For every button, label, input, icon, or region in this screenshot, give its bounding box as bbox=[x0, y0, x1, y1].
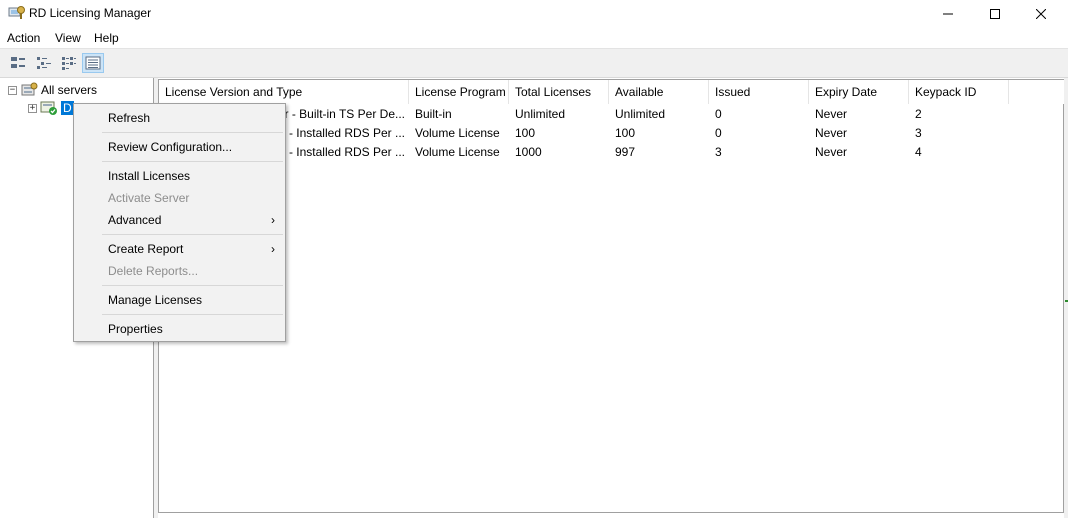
menu-separator bbox=[102, 234, 283, 235]
column-header-total-licenses[interactable]: Total Licenses bbox=[509, 80, 609, 104]
column-header-license-version[interactable]: License Version and Type bbox=[159, 80, 409, 104]
list-header: License Version and Type License Program… bbox=[159, 80, 1065, 104]
cell-issued: 3 bbox=[715, 145, 722, 159]
menu-item-label: Manage Licenses bbox=[108, 293, 203, 307]
menu-item-activate-server: Activate Server bbox=[74, 187, 285, 209]
menu-action[interactable]: Action bbox=[7, 31, 40, 45]
menu-item-label: Advanced bbox=[108, 213, 162, 227]
table-row[interactable]: er - Built-in TS Per De... Built-in Unli… bbox=[159, 105, 1065, 124]
expand-toggle[interactable]: + bbox=[28, 103, 37, 113]
menu-item-delete-reports: Delete Reports... bbox=[74, 260, 285, 282]
cell-available: 997 bbox=[615, 145, 636, 159]
minimize-button[interactable] bbox=[925, 0, 971, 27]
cell-available: Unlimited bbox=[615, 107, 666, 121]
menu-item-manage-licenses[interactable]: Manage Licenses bbox=[74, 289, 285, 311]
small-icons-view-icon bbox=[37, 57, 51, 69]
cell-license-program: Built-in bbox=[415, 107, 452, 121]
large-icons-view-button[interactable] bbox=[7, 53, 29, 73]
menu-item-install-licenses[interactable]: Install Licenses bbox=[74, 165, 285, 187]
cell-expiry-date: Never bbox=[815, 126, 848, 140]
server-activated-icon bbox=[40, 101, 57, 115]
column-header-license-program[interactable]: License Program bbox=[409, 80, 509, 104]
submenu-arrow-icon: › bbox=[271, 242, 275, 256]
cell-expiry-date: Never bbox=[815, 107, 848, 121]
list-view-button[interactable] bbox=[58, 53, 80, 73]
rd-licensing-app-icon bbox=[8, 6, 25, 19]
toolbar bbox=[0, 48, 1068, 78]
servers-icon bbox=[21, 82, 38, 96]
menu-item-label: Activate Server bbox=[108, 191, 190, 205]
collapse-toggle[interactable]: − bbox=[8, 85, 17, 95]
menu-item-label: Refresh bbox=[108, 111, 151, 125]
table-row[interactable]: 2 - Installed RDS Per ... Volume License… bbox=[159, 124, 1065, 143]
cell-issued: 0 bbox=[715, 126, 722, 140]
menu-separator bbox=[102, 161, 283, 162]
details-view-button[interactable] bbox=[82, 53, 104, 73]
menu-view[interactable]: View bbox=[55, 31, 81, 45]
cell-total-licenses: 1000 bbox=[515, 145, 542, 159]
details-view-icon bbox=[85, 56, 101, 70]
menu-item-label: Properties bbox=[108, 322, 163, 336]
menu-separator bbox=[102, 132, 283, 133]
list-view-icon bbox=[62, 57, 76, 70]
menu-item-label: Review Configuration... bbox=[108, 140, 233, 154]
maximize-icon bbox=[990, 8, 1000, 19]
cell-expiry-date: Never bbox=[815, 145, 848, 159]
maximize-button[interactable] bbox=[972, 0, 1018, 27]
cell-keypack-id: 4 bbox=[915, 145, 922, 159]
tree-item-all-servers[interactable]: − All servers bbox=[8, 81, 97, 99]
cell-license-program: Volume License bbox=[415, 126, 500, 140]
menu-item-refresh[interactable]: Refresh bbox=[74, 107, 285, 129]
close-button[interactable] bbox=[1018, 0, 1064, 27]
menu-item-review-configuration[interactable]: Review Configuration... bbox=[74, 136, 285, 158]
license-list: License Version and Type License Program… bbox=[158, 79, 1065, 513]
menu-separator bbox=[102, 285, 283, 286]
menu-item-label: Install Licenses bbox=[108, 169, 191, 183]
table-row[interactable]: 6 - Installed RDS Per ... Volume License… bbox=[159, 143, 1065, 162]
cell-keypack-id: 2 bbox=[915, 107, 922, 121]
window-title: RD Licensing Manager bbox=[29, 6, 152, 20]
tree-item-server[interactable]: + D bbox=[28, 99, 74, 117]
cell-available: 100 bbox=[615, 126, 636, 140]
tree-label-server: D bbox=[61, 101, 74, 115]
column-header-issued[interactable]: Issued bbox=[709, 80, 809, 104]
submenu-arrow-icon: › bbox=[271, 213, 275, 227]
menu-help[interactable]: Help bbox=[94, 31, 119, 45]
window-edge bbox=[1064, 78, 1068, 518]
menu-item-advanced[interactable]: Advanced › bbox=[74, 209, 285, 231]
cell-issued: 0 bbox=[715, 107, 722, 121]
close-icon bbox=[1036, 8, 1046, 19]
column-header-expiry-date[interactable]: Expiry Date bbox=[809, 80, 909, 104]
menu-item-properties[interactable]: Properties bbox=[74, 318, 285, 340]
small-icons-view-button[interactable] bbox=[33, 53, 55, 73]
title-bar: RD Licensing Manager bbox=[0, 0, 1068, 27]
minimize-icon bbox=[943, 13, 953, 14]
context-menu: Refresh Review Configuration... Install … bbox=[73, 103, 286, 342]
large-icons-view-icon bbox=[11, 57, 25, 68]
menu-item-label: Delete Reports... bbox=[108, 264, 199, 278]
cell-license-program: Volume License bbox=[415, 145, 500, 159]
menu-item-create-report[interactable]: Create Report › bbox=[74, 238, 285, 260]
cell-total-licenses: 100 bbox=[515, 126, 536, 140]
menu-bar: Action View Help bbox=[0, 28, 1068, 48]
cell-keypack-id: 3 bbox=[915, 126, 922, 140]
menu-item-label: Create Report bbox=[108, 242, 184, 256]
column-header-keypack-id[interactable]: Keypack ID bbox=[909, 80, 1009, 104]
cell-total-licenses: Unlimited bbox=[515, 107, 566, 121]
column-header-available[interactable]: Available bbox=[609, 80, 709, 104]
menu-separator bbox=[102, 314, 283, 315]
tree-label-all-servers: All servers bbox=[41, 83, 98, 97]
